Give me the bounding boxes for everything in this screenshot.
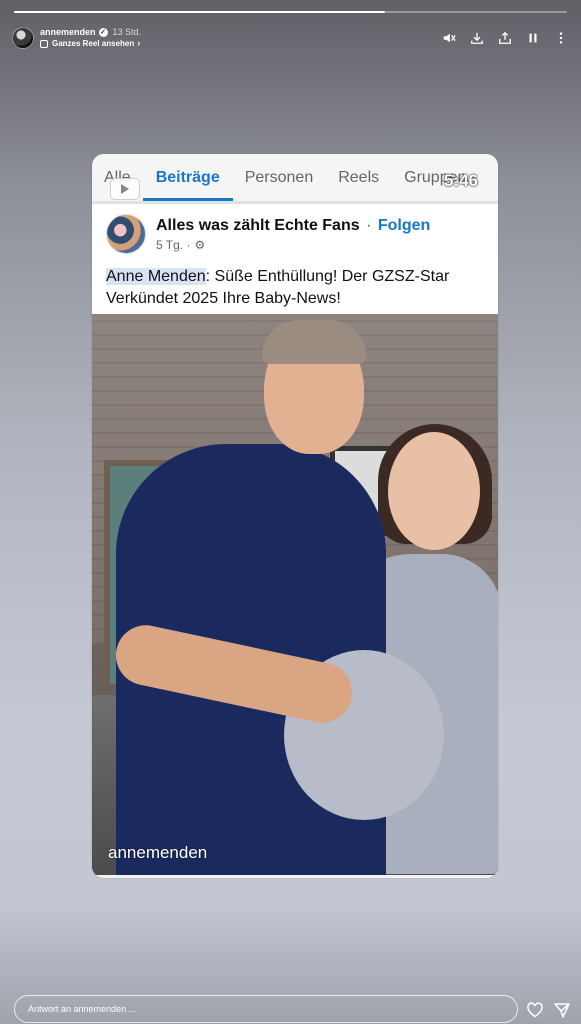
- reel-icon: [40, 39, 48, 48]
- avatar[interactable]: [12, 27, 34, 49]
- highlighted-name: Anne Menden: [106, 268, 206, 285]
- post-header-block: Alles was zählt Echte Fans · Folgen 5 Tg…: [92, 204, 498, 314]
- mute-icon[interactable]: [441, 30, 457, 46]
- story-header: annemenden ✓ 13 Std. Ganzes Reel ansehen…: [12, 24, 569, 52]
- follow-button[interactable]: Folgen: [378, 217, 430, 234]
- search-tabs: Alle Beiträge Personen Reels Gruppen 5:4…: [92, 154, 498, 204]
- share-icon[interactable]: [497, 30, 513, 46]
- username[interactable]: annemenden: [40, 27, 96, 38]
- story-controls: [441, 30, 569, 46]
- page-name[interactable]: Alles was zählt Echte Fans: [156, 217, 360, 234]
- page-avatar[interactable]: [106, 214, 146, 254]
- tab-people[interactable]: Personen: [245, 169, 314, 187]
- post-text: Anne Menden: Süße Enthüllung! Der GZSZ-S…: [106, 266, 484, 310]
- story-progress-bar: [14, 11, 567, 13]
- video-timer: 5:46: [443, 171, 478, 190]
- woman-face: [388, 432, 480, 550]
- post-timestamp: 5 Tg. ·: [156, 237, 191, 252]
- view-full-reel-label: Ganzes Reel ansehen: [52, 39, 135, 48]
- tab-posts[interactable]: Beiträge: [142, 169, 233, 201]
- man-hair: [262, 320, 366, 364]
- verified-badge-icon: ✓: [98, 28, 108, 37]
- heart-icon[interactable]: [526, 1001, 544, 1019]
- view-full-reel-link[interactable]: Ganzes Reel ansehen ›: [40, 38, 141, 49]
- pause-icon[interactable]: [525, 30, 541, 46]
- separator-dot: ·: [366, 216, 372, 234]
- send-icon[interactable]: [553, 1001, 571, 1019]
- gear-icon: ⚙: [194, 237, 206, 252]
- story-timestamp: 13 Std.: [112, 27, 142, 37]
- tab-reels[interactable]: Reels: [338, 169, 379, 187]
- download-icon[interactable]: [469, 30, 485, 46]
- photo-watermark: annemenden: [108, 843, 208, 862]
- reply-input[interactable]: Antwort an annemenden ...: [14, 995, 518, 1023]
- more-icon[interactable]: [553, 30, 569, 46]
- post-photo[interactable]: annemenden: [92, 314, 498, 875]
- video-play-icon: [110, 178, 140, 200]
- reply-placeholder: Antwort an annemenden ...: [28, 1004, 137, 1014]
- chevron-right-icon: ›: [137, 38, 141, 48]
- shared-screenshot-card: Alle Beiträge Personen Reels Gruppen 5:4…: [92, 154, 498, 878]
- story-author-info: annemenden ✓ 13 Std. Ganzes Reel ansehen…: [40, 27, 141, 49]
- story-progress-fill: [14, 11, 385, 13]
